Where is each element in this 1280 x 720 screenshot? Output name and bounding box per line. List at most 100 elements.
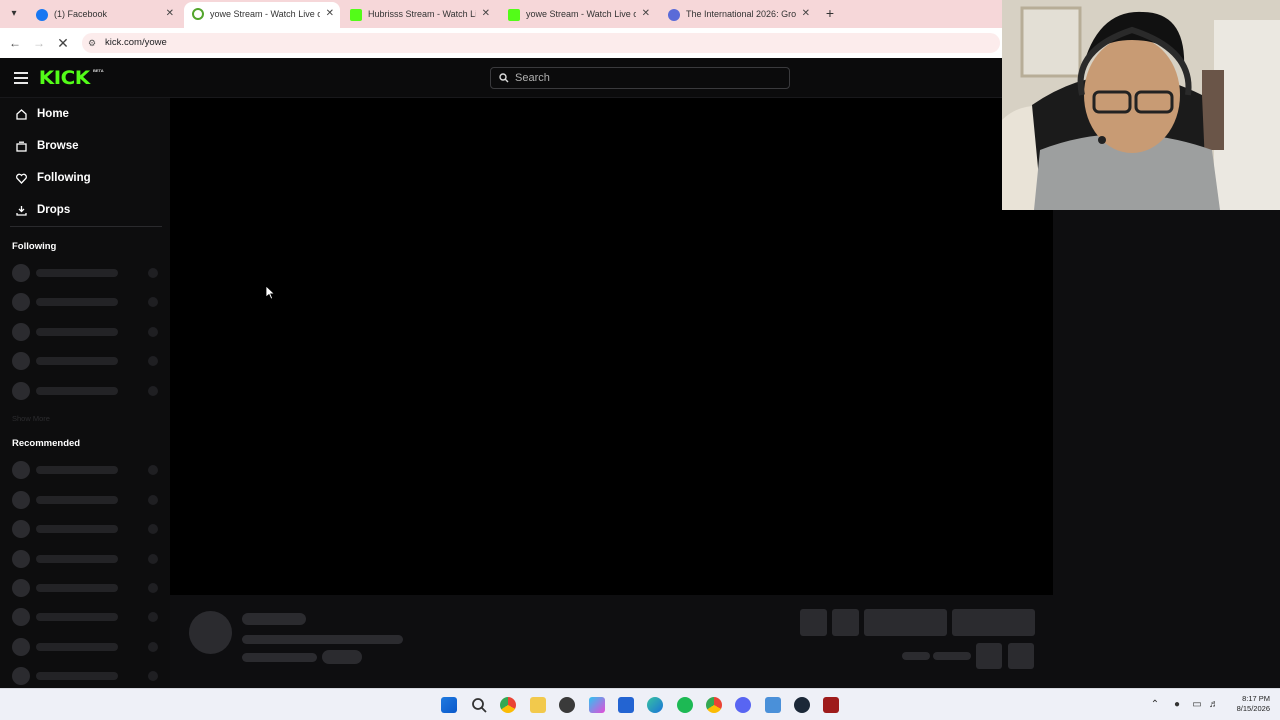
- file-explorer-icon[interactable]: [530, 697, 546, 713]
- clock-time: 8:17 PM: [1242, 694, 1270, 703]
- windows-taskbar: ⌃ ● ▭ ♬ 8:17 PM 8/15/2026: [0, 688, 1280, 720]
- tab-hubrisss-stream[interactable]: Hubrisss Stream - Watch Live on Kick ✕: [342, 4, 496, 28]
- close-tab-icon[interactable]: ✕: [166, 4, 174, 24]
- recommended-channel-skeleton: [12, 638, 162, 656]
- sidebar-item-label: Browse: [37, 140, 79, 152]
- tab-the-international[interactable]: The International 2026: Group Stage ✕: [660, 4, 816, 28]
- kick-logo[interactable]: KICK: [39, 67, 90, 89]
- screen: ▾ (1) Facebook ✕ yowe Stream - Watch Liv…: [0, 0, 1280, 720]
- windows-start-icon[interactable]: [441, 697, 457, 713]
- search-input[interactable]: [515, 69, 775, 87]
- browse-icon: [16, 141, 27, 152]
- tab-yowe-stream-2[interactable]: yowe Stream - Watch Live on Kick ✕: [500, 4, 656, 28]
- search-icon[interactable]: [471, 697, 487, 713]
- tab-title: yowe Stream - Watch Live on Kick: [526, 9, 636, 19]
- sidebar-divider: [10, 226, 162, 227]
- recommended-channel-skeleton: [12, 461, 162, 479]
- kick-top-nav: KICK BETA: [0, 58, 1002, 98]
- stop-loading-icon[interactable]: ✕: [54, 34, 72, 52]
- tab-title: The International 2026: Group Stage: [686, 9, 796, 19]
- uptime-skeleton: [933, 652, 971, 660]
- subscribe-button-skeleton: [952, 609, 1035, 636]
- video-player[interactable]: [170, 98, 1053, 595]
- hamburger-menu-icon[interactable]: [14, 72, 28, 84]
- following-channel-skeleton: [12, 352, 162, 370]
- drops-icon: [16, 206, 27, 216]
- copilot-icon[interactable]: [589, 697, 605, 713]
- follow-button-skeleton: [864, 609, 947, 636]
- steam-icon[interactable]: [794, 697, 810, 713]
- kick-icon: [350, 9, 362, 21]
- stream-info-skeleton: [170, 595, 1053, 688]
- tab-facebook[interactable]: (1) Facebook ✕: [28, 4, 180, 28]
- heart-icon: [16, 173, 27, 184]
- url-text: kick.com/yowe: [105, 37, 167, 48]
- sidebar-item-browse[interactable]: Browse: [0, 132, 162, 160]
- sidebar-item-label: Home: [37, 108, 69, 120]
- microphone-icon[interactable]: ●: [1170, 698, 1184, 712]
- liquipedia-icon: [668, 9, 680, 21]
- beta-badge: BETA: [93, 68, 104, 73]
- address-bar[interactable]: ⚙ kick.com/yowe: [82, 33, 1000, 53]
- tag-skeleton: [322, 650, 362, 664]
- following-channel-skeleton: [12, 264, 162, 282]
- action-button-skeleton: [832, 609, 859, 636]
- obs-icon[interactable]: [559, 697, 575, 713]
- close-tab-icon[interactable]: ✕: [802, 4, 810, 24]
- more-button-skeleton: [1008, 643, 1034, 669]
- sidebar-item-following[interactable]: Following: [0, 164, 162, 192]
- tab-title: yowe Stream - Watch Live on Kick: [210, 9, 320, 19]
- spotify-icon[interactable]: [677, 697, 693, 713]
- new-tab-plus-icon[interactable]: +: [822, 4, 838, 22]
- sidebar-item-drops[interactable]: Drops: [0, 196, 162, 224]
- volume-icon[interactable]: ♬: [1207, 698, 1221, 712]
- chrome-profile-icon[interactable]: [706, 697, 722, 713]
- viewer-count-skeleton: [902, 652, 930, 660]
- webcam-overlay: [1002, 0, 1280, 210]
- recommended-channel-skeleton: [12, 550, 162, 568]
- kick-sidebar: Home Browse Following Drops Following Sh…: [0, 98, 170, 688]
- recommended-channel-skeleton: [12, 667, 162, 685]
- sidebar-item-home[interactable]: Home: [0, 100, 162, 128]
- notepad-icon[interactable]: [765, 697, 781, 713]
- site-settings-icon[interactable]: ⚙: [88, 33, 96, 53]
- share-button-skeleton: [976, 643, 1002, 669]
- mouse-cursor-icon: [266, 286, 276, 300]
- show-hidden-icons-chevron-icon[interactable]: ⌃: [1148, 698, 1162, 712]
- discord-icon[interactable]: [735, 697, 751, 713]
- dota-icon[interactable]: [823, 697, 839, 713]
- recommended-channel-skeleton: [12, 491, 162, 509]
- search-icon: [499, 73, 509, 83]
- close-tab-icon[interactable]: ✕: [642, 4, 650, 24]
- tab-search-chevron-icon[interactable]: ▾: [6, 6, 22, 22]
- store-icon[interactable]: [618, 697, 634, 713]
- show-more-link[interactable]: Show More: [12, 414, 50, 423]
- channel-name-skeleton: [242, 613, 306, 625]
- kick-icon: [508, 9, 520, 21]
- recommended-channel-skeleton: [12, 608, 162, 626]
- following-channel-skeleton: [12, 293, 162, 311]
- stream-title-skeleton: [242, 635, 403, 644]
- loading-spinner-icon: [192, 8, 204, 20]
- following-channel-skeleton: [12, 323, 162, 341]
- following-channel-skeleton: [12, 382, 162, 400]
- search-box[interactable]: [490, 67, 790, 89]
- recommended-channel-skeleton: [12, 579, 162, 597]
- action-button-skeleton: [800, 609, 827, 636]
- close-tab-icon[interactable]: ✕: [482, 4, 490, 24]
- facebook-icon: [36, 9, 48, 21]
- network-icon[interactable]: ▭: [1190, 698, 1204, 712]
- chrome-icon[interactable]: [500, 697, 516, 713]
- sidebar-item-label: Following: [37, 172, 91, 184]
- clock-date: 8/15/2026: [1236, 704, 1270, 713]
- tab-title: (1) Facebook: [54, 9, 108, 19]
- back-arrow-icon[interactable]: ←: [6, 34, 24, 52]
- close-tab-icon[interactable]: ✕: [326, 2, 334, 26]
- system-clock[interactable]: 8:17 PM 8/15/2026: [1226, 694, 1270, 714]
- edge-icon[interactable]: [647, 697, 663, 713]
- sidebar-item-label: Drops: [37, 204, 71, 216]
- tab-yowe-stream[interactable]: yowe Stream - Watch Live on Kick ✕: [184, 2, 340, 28]
- forward-arrow-icon[interactable]: →: [30, 34, 48, 52]
- home-icon: [16, 109, 27, 120]
- category-skeleton: [242, 653, 317, 662]
